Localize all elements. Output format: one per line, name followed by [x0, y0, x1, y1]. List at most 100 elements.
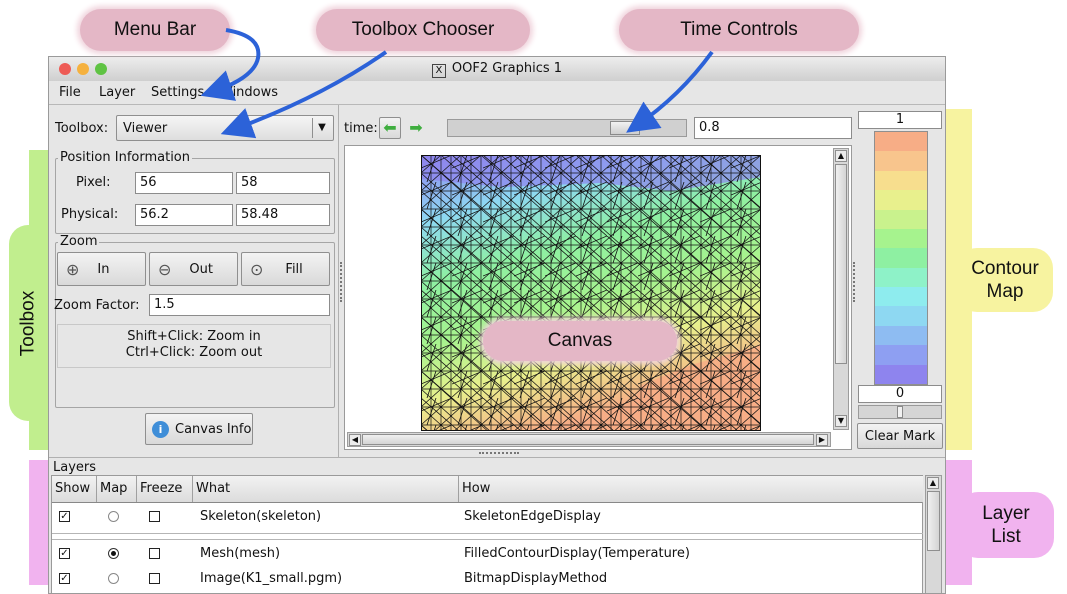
canvas-callout: Canvas [483, 321, 677, 361]
show-checkbox[interactable]: ✓ [59, 548, 70, 559]
zoom-hint-line1: Shift+Click: Zoom in [127, 329, 261, 344]
toolbox-annotation-text: Toolbox [17, 290, 39, 356]
zoom-out-button[interactable]: ⊖ Out [149, 252, 238, 286]
canvas-callout-text: Canvas [547, 330, 613, 351]
contour-band [875, 325, 927, 346]
table-row[interactable]: ✓ Image(K1_small.pgm) BitmapDisplayMetho… [52, 566, 923, 592]
contour-band [875, 248, 927, 268]
toolbox-chooser-callout-text: Toolbox Chooser [351, 19, 495, 40]
table-row[interactable]: ✓ Mesh(mesh) FilledContourDisplay(Temper… [52, 540, 923, 566]
menu-file[interactable]: File [59, 85, 81, 100]
layer-how: BitmapDisplayMethod [464, 571, 608, 586]
time-forward-button[interactable]: ➡ [405, 117, 427, 139]
zoom-in-button[interactable]: ⊕ In [57, 252, 146, 286]
canvas-info-button[interactable]: i Canvas Info [145, 413, 253, 445]
menu-layer[interactable]: Layer [99, 85, 135, 100]
zoom-out-icon: ⊖ [158, 259, 172, 279]
toolbox-panel: Toolbox: Viewer ▼ Position Information P… [49, 105, 339, 457]
column-header-show[interactable]: Show [52, 476, 97, 502]
zoom-title: Zoom [58, 234, 100, 249]
contour-band [875, 306, 927, 326]
menu-bar-callout: Menu Bar [80, 9, 230, 51]
canvas-vertical-scrollbar[interactable]: ▲ ▼ [833, 148, 849, 430]
canvas-horizontal-scrollbar[interactable]: ◀ ▶ [347, 432, 831, 447]
contour-max-field[interactable]: 1 [858, 111, 942, 129]
contour-band [875, 151, 927, 171]
position-information-title: Position Information [58, 150, 192, 165]
toolbox-chooser[interactable]: Viewer ▼ [116, 115, 334, 141]
zoom-hint-line2: Ctrl+Click: Zoom out [125, 345, 263, 360]
map-radio-selected[interactable] [108, 548, 119, 559]
column-header-freeze[interactable]: Freeze [137, 476, 193, 502]
menu-settings[interactable]: Settings [151, 85, 204, 100]
canvas-horizontal-scrollbar-thumb[interactable] [362, 434, 814, 445]
layers-scroll-up-arrow-icon[interactable]: ▲ [927, 477, 939, 489]
contour-band [875, 267, 927, 288]
layer-what: Image(K1_small.pgm) [200, 571, 343, 586]
time-back-button[interactable]: ⬅ [379, 117, 401, 139]
time-value-field[interactable]: 0.8 [694, 117, 852, 139]
layer-what: Mesh(mesh) [200, 546, 281, 561]
time-slider[interactable] [447, 119, 687, 137]
contour-band [875, 170, 927, 191]
contour-mark-slider-thumb[interactable] [897, 406, 903, 418]
contour-band [875, 345, 927, 365]
scroll-down-arrow-icon[interactable]: ▼ [835, 415, 847, 427]
window-title: X OOF2 Graphics 1 [49, 61, 945, 78]
radio-dot [111, 551, 116, 556]
contour-mark-slider[interactable] [858, 405, 942, 419]
freeze-checkbox[interactable] [149, 548, 160, 559]
column-header-how[interactable]: How [459, 476, 923, 502]
freeze-checkbox[interactable] [149, 573, 160, 584]
map-radio[interactable] [108, 573, 119, 584]
freeze-checkbox[interactable] [149, 511, 160, 522]
contour-min-field[interactable]: 0 [858, 385, 942, 403]
time-controls-callout: Time Controls [619, 9, 859, 51]
column-header-map[interactable]: Map [97, 476, 137, 502]
toolbox-label: Toolbox: [55, 121, 109, 136]
clear-mark-button[interactable]: Clear Mark [857, 423, 943, 449]
physical-x-field[interactable]: 56.2 [135, 204, 233, 226]
pixel-x-field[interactable]: 56 [135, 172, 233, 194]
contour-band [875, 190, 927, 210]
pixel-y-field[interactable]: 58 [236, 172, 330, 194]
contour-band [875, 287, 927, 307]
zoom-factor-field[interactable]: 1.5 [149, 294, 330, 316]
show-checkbox[interactable]: ✓ [59, 511, 70, 522]
menu-bar-callout-text: Menu Bar [113, 19, 197, 40]
contour-map-annotation-line1: Contour [971, 258, 1039, 279]
canvas-info-label: Canvas Info [175, 421, 252, 437]
layers-panel: Layers Show Map Freeze What How ✓ Skelet… [49, 457, 945, 593]
arrow-right-icon: ➡ [409, 118, 423, 137]
toolbox-annotation-label: Toolbox [9, 225, 47, 421]
layers-scrollbar-thumb[interactable] [927, 491, 940, 551]
canvas-vertical-scrollbar-thumb[interactable] [835, 164, 847, 364]
column-header-what[interactable]: What [193, 476, 459, 502]
contour-color-bar[interactable] [874, 131, 928, 385]
scroll-up-arrow-icon[interactable]: ▲ [835, 150, 847, 162]
show-checkbox[interactable]: ✓ [59, 573, 70, 584]
time-controls-callout-text: Time Controls [680, 19, 798, 40]
menu-windows[interactable]: Windows [220, 85, 278, 100]
contour-band [875, 228, 927, 249]
table-row[interactable]: ✓ Skeleton(skeleton) SkeletonEdgeDisplay [52, 503, 923, 531]
physical-label: Physical: [61, 207, 119, 222]
mesh-grid-coarse [421, 155, 761, 431]
physical-y-field[interactable]: 58.48 [236, 204, 330, 226]
clear-mark-label: Clear Mark [864, 428, 936, 444]
contour-band [875, 209, 927, 229]
toolbox-chooser-callout: Toolbox Chooser [316, 9, 530, 51]
contour-band [875, 132, 927, 152]
scroll-right-arrow-icon[interactable]: ▶ [816, 434, 828, 446]
layers-vertical-scrollbar[interactable]: ▲ [925, 475, 942, 593]
time-slider-thumb[interactable] [610, 121, 640, 135]
left-pane-splitter-handle[interactable] [340, 262, 345, 302]
map-radio[interactable] [108, 511, 119, 522]
window-title-text: OOF2 Graphics 1 [451, 61, 563, 76]
arrow-left-icon: ⬅ [383, 118, 397, 137]
scroll-left-arrow-icon[interactable]: ◀ [349, 434, 361, 446]
zoom-group: Zoom ⊕ In ⊖ Out ⊙ Fill Zoom Factor: 1.5 … [54, 234, 335, 408]
zoom-fill-button[interactable]: ⊙ Fill [241, 252, 330, 286]
canvas-mesh[interactable] [421, 155, 761, 431]
zoom-fill-icon: ⊙ [250, 259, 264, 279]
